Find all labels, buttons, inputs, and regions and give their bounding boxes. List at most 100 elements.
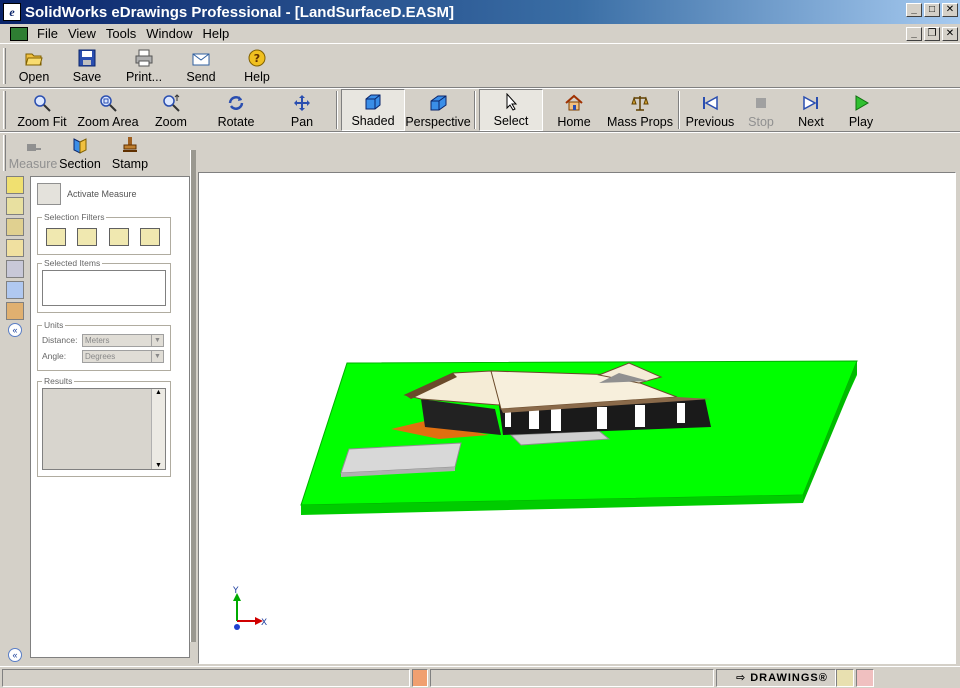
close-button[interactable]: ✕ xyxy=(942,3,958,17)
axis-triad: Y X xyxy=(232,586,267,630)
results-scrollbar[interactable]: ▲ ▼ xyxy=(151,389,165,469)
filter-edge-icon[interactable] xyxy=(77,228,98,246)
print-button[interactable]: Print... xyxy=(115,46,173,86)
window-title: SolidWorks eDrawings Professional - [Lan… xyxy=(25,3,454,21)
main-toolbar: Open Save Print... Send ? Help xyxy=(0,46,285,86)
edrawings-brand: ⇨ DRAWINGS® xyxy=(736,671,828,685)
toolbar-grip[interactable] xyxy=(3,48,6,84)
scroll-down-icon[interactable]: ▼ xyxy=(152,462,165,469)
envelope-send-icon xyxy=(192,53,210,66)
help-icon: ? xyxy=(248,49,266,67)
zoom-fit-icon xyxy=(34,95,51,112)
pencil-tab-icon[interactable] xyxy=(6,239,24,257)
home-icon xyxy=(565,94,583,111)
markup-tab-icon[interactable] xyxy=(6,218,24,236)
perspective-cube-icon xyxy=(430,95,447,111)
filter-vertex-icon[interactable] xyxy=(46,228,66,246)
zoom-fit-button[interactable]: Zoom Fit xyxy=(9,89,75,131)
pan-button[interactable]: Pan xyxy=(271,89,333,131)
toolbar-separator xyxy=(678,91,680,129)
cursor-arrow-icon xyxy=(506,93,518,111)
zoom-button[interactable]: Zoom xyxy=(141,89,201,131)
markup-pencil-icon[interactable] xyxy=(836,669,854,687)
stamp-icon xyxy=(123,137,137,152)
skip-previous-icon xyxy=(703,95,718,111)
menu-window[interactable]: Window xyxy=(141,26,197,41)
chevron-down-icon: ▼ xyxy=(151,334,163,346)
svg-text:?: ? xyxy=(254,52,260,65)
zoom-area-icon xyxy=(100,95,117,112)
select-button[interactable]: Select xyxy=(479,89,543,131)
menu-view[interactable]: View xyxy=(63,26,101,41)
measure-button[interactable]: Measure xyxy=(9,133,57,173)
zoom-icon xyxy=(163,94,180,112)
tools-toolbar: Measure Section Stamp xyxy=(0,133,157,173)
send-button[interactable]: Send xyxy=(173,46,229,86)
stamp-status-icon[interactable] xyxy=(856,669,874,687)
edrawings-app-icon[interactable]: e xyxy=(3,3,21,21)
stop-button[interactable]: Stop xyxy=(737,89,785,131)
window xyxy=(635,405,645,427)
rss-icon[interactable] xyxy=(412,669,428,687)
collapse-bottom-icon[interactable]: « xyxy=(8,648,22,662)
filter-all-icon[interactable] xyxy=(140,228,161,246)
doc-restore-button[interactable]: ❐ xyxy=(924,27,940,41)
section-tab-icon[interactable] xyxy=(6,281,24,299)
toolbar-separator xyxy=(474,91,476,129)
angle-unit-select[interactable]: Degrees ▼ xyxy=(82,349,164,363)
maximize-button[interactable]: □ xyxy=(924,3,940,17)
pan-arrows-icon xyxy=(294,95,310,111)
distance-unit-select[interactable]: Meters ▼ xyxy=(82,333,164,347)
zoom-area-button[interactable]: Zoom Area xyxy=(75,89,141,131)
section-icon xyxy=(73,138,87,154)
menu-tools[interactable]: Tools xyxy=(101,26,141,41)
measure-panel: Activate Measure Selection Filters Selec… xyxy=(30,176,190,658)
collapse-panel-icon[interactable]: « xyxy=(8,323,22,337)
shaded-cube-icon xyxy=(365,94,381,110)
stamp-button[interactable]: Stamp xyxy=(103,133,157,173)
open-button[interactable]: Open xyxy=(9,46,59,86)
brand-arrow-icon: ⇨ xyxy=(736,672,747,684)
results-box: ▲ ▼ xyxy=(42,388,166,470)
results-group: Results ▲ ▼ xyxy=(37,376,171,477)
model-canvas: Y X xyxy=(232,360,858,630)
floppy-disk-icon xyxy=(78,49,96,67)
panel-splitter[interactable] xyxy=(190,150,196,642)
filter-face-icon[interactable] xyxy=(108,228,129,246)
shaded-button[interactable]: Shaded xyxy=(341,89,405,131)
components-tab-icon[interactable] xyxy=(6,176,24,194)
perspective-button[interactable]: Perspective xyxy=(405,89,471,131)
measure-tab-icon[interactable] xyxy=(6,260,24,278)
selected-items-list[interactable] xyxy=(42,270,166,306)
section-button[interactable]: Section xyxy=(57,133,103,173)
save-button[interactable]: Save xyxy=(59,46,115,86)
menu-help[interactable]: Help xyxy=(198,26,235,41)
menu-bar: File View Tools Window Help _ ❐ ✕ xyxy=(0,24,960,44)
play-button[interactable]: Play xyxy=(837,89,885,131)
doc-close-button[interactable]: ✕ xyxy=(942,27,958,41)
status-info-pane xyxy=(430,669,714,687)
stop-icon xyxy=(756,98,766,108)
next-button[interactable]: Next xyxy=(785,89,837,131)
mass-props-button[interactable]: Mass Props xyxy=(605,89,675,131)
stamp-tab-icon[interactable] xyxy=(6,302,24,320)
brand-logo-text: DRAWINGS® xyxy=(750,671,828,684)
folder-open-icon xyxy=(25,53,43,66)
3d-viewport[interactable]: Y X xyxy=(198,172,956,664)
doc-minimize-button[interactable]: _ xyxy=(906,27,922,41)
activate-measure-icon[interactable] xyxy=(37,183,61,205)
document-icon[interactable] xyxy=(10,26,28,41)
help-button[interactable]: ? Help xyxy=(229,46,285,86)
toolbar-grip[interactable] xyxy=(3,91,6,129)
configurations-tab-icon[interactable] xyxy=(6,197,24,215)
selection-filters-group: Selection Filters xyxy=(37,212,171,255)
scroll-up-icon[interactable]: ▲ xyxy=(152,389,165,396)
home-button[interactable]: Home xyxy=(543,89,605,131)
minimize-button[interactable]: _ xyxy=(906,3,922,17)
toolbar-grip[interactable] xyxy=(3,135,6,171)
status-message-pane xyxy=(2,669,410,687)
activate-measure[interactable]: Activate Measure xyxy=(37,183,137,205)
rotate-button[interactable]: Rotate xyxy=(201,89,271,131)
previous-button[interactable]: Previous xyxy=(683,89,737,131)
menu-file[interactable]: File xyxy=(32,26,63,41)
